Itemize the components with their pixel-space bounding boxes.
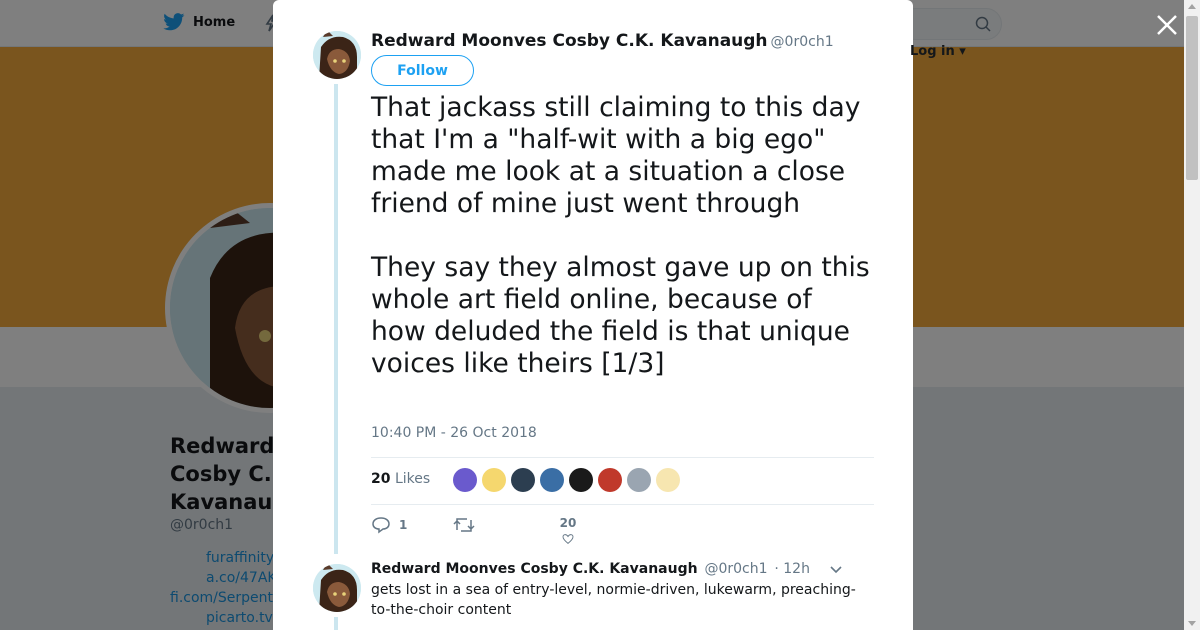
liker-avatar[interactable]	[627, 468, 651, 492]
thread-line	[334, 617, 338, 630]
reply-author[interactable]: Redward Moonves Cosby C.K. Kavanaugh @0r…	[371, 561, 810, 577]
author-name: Redward Moonves Cosby C.K. Kavanaugh	[371, 31, 768, 51]
chevron-down-icon[interactable]	[829, 563, 843, 577]
like-count: 20	[559, 516, 577, 530]
reply-text: gets lost in a sea of entry-level, normi…	[371, 582, 856, 618]
tweet-modal: Redward Moonves Cosby C.K. Kavanaugh @0r0…	[273, 0, 913, 630]
tweet-stats: 20 Likes	[371, 457, 874, 505]
likes-stat[interactable]: 20 Likes	[371, 471, 430, 487]
retweet-button[interactable]	[453, 516, 483, 534]
reply-author-handle: @0r0ch1	[704, 561, 768, 577]
tweet-paragraph: They say they almost gave up on this who…	[371, 252, 870, 379]
tweet-actions: 1 20	[371, 516, 871, 544]
retweet-icon	[453, 518, 475, 532]
scroll-up-arrow-icon[interactable]	[1188, 4, 1196, 9]
reply-count: 1	[399, 518, 408, 532]
like-button[interactable]: 20	[559, 516, 577, 544]
scroll-down-arrow-icon[interactable]	[1188, 621, 1196, 626]
liker-avatar[interactable]	[453, 468, 477, 492]
tweet-timestamp[interactable]: 10:40 PM - 26 Oct 2018	[371, 425, 537, 441]
liker-avatar[interactable]	[569, 468, 593, 492]
reply-author-avatar[interactable]	[313, 564, 361, 612]
avatar-illustration	[313, 31, 361, 79]
close-icon[interactable]	[1154, 12, 1180, 38]
liker-avatar[interactable]	[540, 468, 564, 492]
reply-button[interactable]: 1	[371, 516, 407, 534]
reply-age[interactable]: · 12h	[774, 561, 810, 577]
thread-line	[334, 84, 338, 554]
tweet-text: That jackass still claiming to this day …	[371, 92, 871, 380]
login-link[interactable]: Log in ▾	[910, 44, 966, 59]
author-handle: @0r0ch1	[770, 34, 834, 50]
tweet-paragraph: That jackass still claiming to this day …	[371, 92, 861, 219]
liker-avatar[interactable]	[511, 468, 535, 492]
likers-list	[453, 468, 680, 492]
avatar-illustration	[313, 564, 361, 612]
reply-author-name: Redward Moonves Cosby C.K. Kavanaugh	[371, 561, 698, 577]
liker-avatar[interactable]	[656, 468, 680, 492]
author-avatar[interactable]	[313, 31, 361, 79]
liker-avatar[interactable]	[598, 468, 622, 492]
tweet-author[interactable]: Redward Moonves Cosby C.K. Kavanaugh @0r0…	[371, 31, 834, 51]
page-scrollbar[interactable]	[1184, 0, 1200, 630]
follow-button[interactable]: Follow	[371, 55, 474, 86]
liker-avatar[interactable]	[482, 468, 506, 492]
heart-icon	[562, 534, 574, 544]
reply-icon	[372, 517, 390, 534]
scrollbar-thumb[interactable]	[1186, 16, 1198, 180]
